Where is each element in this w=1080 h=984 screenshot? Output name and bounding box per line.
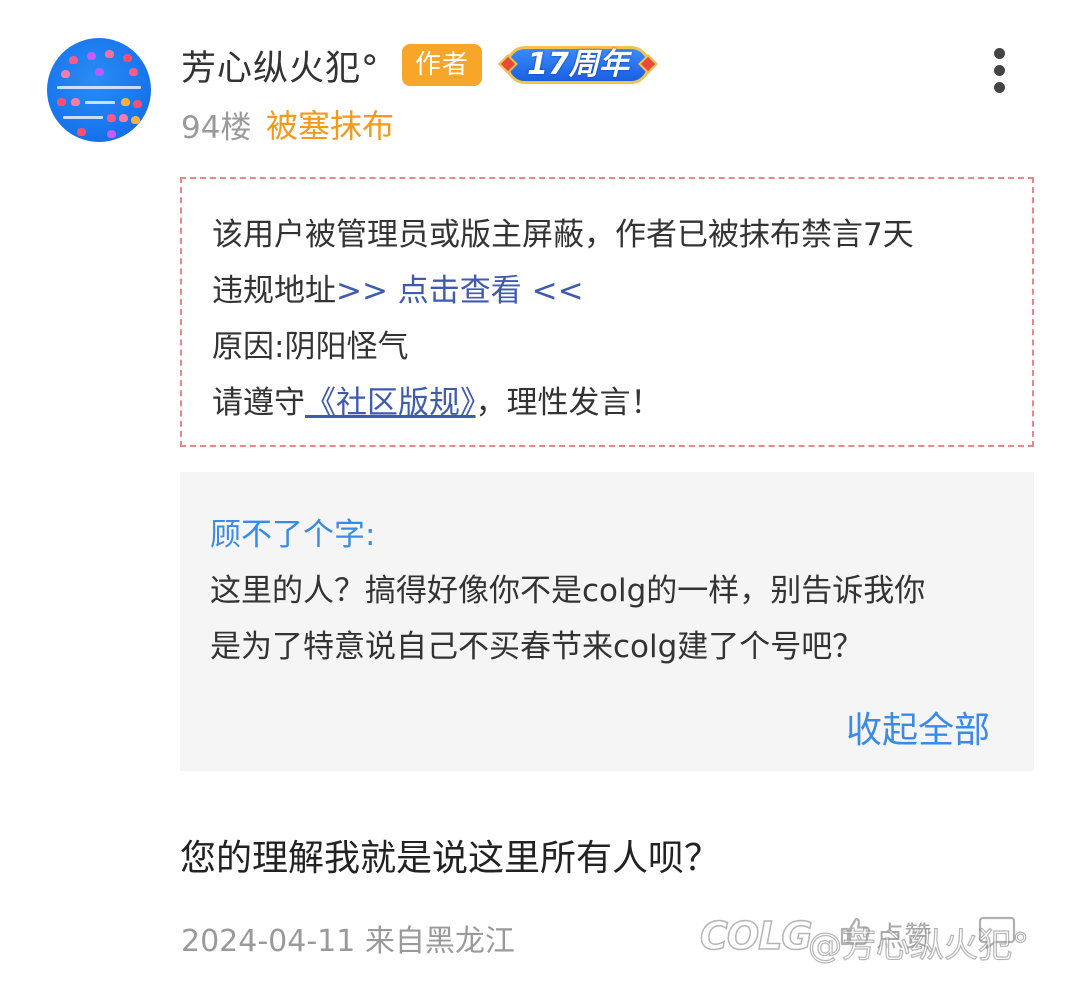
colg-logo: COLG: [699, 913, 813, 959]
avatar-text-line: [85, 101, 115, 104]
avatar-heart-icon: [107, 114, 116, 122]
thumbs-up-icon[interactable]: [838, 914, 872, 948]
avatar-heart-icon: [131, 116, 140, 124]
post-date-location: 2024-04-11 来自黑龙江: [181, 924, 515, 959]
more-vertical-icon[interactable]: [988, 46, 1012, 94]
quoted-text-line: 是为了特意说自己不买春节来colg建了个号吧？: [210, 629, 864, 665]
view-violation-link[interactable]: >> 点击查看 <<: [336, 273, 584, 309]
violation-address-label: 违规地址: [212, 273, 336, 309]
collapse-all-button[interactable]: 收起全部: [846, 701, 990, 753]
ban-reason: 原因:阴阳怪气: [212, 329, 409, 365]
ban-notice-text: 该用户被管理员或版主屏蔽，作者已被抹布禁言7天: [212, 217, 914, 253]
like-button[interactable]: 点赞: [876, 915, 932, 955]
avatar-heart-icon: [61, 70, 70, 78]
anniversary-badge-label: 17周年: [527, 47, 629, 82]
rules-reminder-prefix: 请遵守: [212, 385, 305, 421]
community-rules-link[interactable]: 《社区版规》: [305, 385, 476, 421]
avatar-heart-icon: [95, 68, 104, 76]
avatar-heart-icon: [77, 128, 86, 136]
floor-number: 94楼: [181, 110, 252, 146]
avatar-heart-icon: [87, 52, 96, 60]
avatar-heart-icon: [129, 68, 138, 76]
avatar-heart-icon: [121, 98, 130, 106]
comment-icon[interactable]: [978, 914, 1016, 950]
avatar-heart-icon: [107, 130, 116, 138]
rules-reminder-line: 请遵守《社区版规》，理性发言！: [212, 377, 662, 422]
avatar[interactable]: [47, 38, 151, 142]
quoted-text-line: 这里的人？搞得好像你不是colg的一样，别告诉我你: [210, 573, 926, 609]
avatar-text-line: [57, 86, 141, 89]
moderation-tag: 被塞抹布: [266, 107, 395, 145]
post-content: 您的理解我就是说这里所有人呗？: [180, 838, 721, 879]
avatar-heart-icon: [71, 98, 80, 106]
violation-address-line: 违规地址>> 点击查看 <<: [212, 265, 584, 310]
avatar-heart-icon: [119, 114, 128, 122]
avatar-heart-icon: [105, 50, 114, 58]
avatar-heart-icon: [69, 56, 78, 64]
author-name[interactable]: 芳心纵火犯°: [181, 40, 380, 91]
avatar-text-line: [63, 116, 103, 119]
anniversary-badge: 17周年: [498, 40, 658, 90]
quoted-author[interactable]: 顾不了个字:: [210, 509, 375, 554]
avatar-heart-icon: [133, 100, 142, 108]
rules-reminder-suffix: ，理性发言！: [475, 385, 662, 421]
avatar-heart-icon: [123, 54, 132, 62]
author-badge: 作者: [402, 44, 482, 86]
avatar-heart-icon: [57, 98, 66, 106]
